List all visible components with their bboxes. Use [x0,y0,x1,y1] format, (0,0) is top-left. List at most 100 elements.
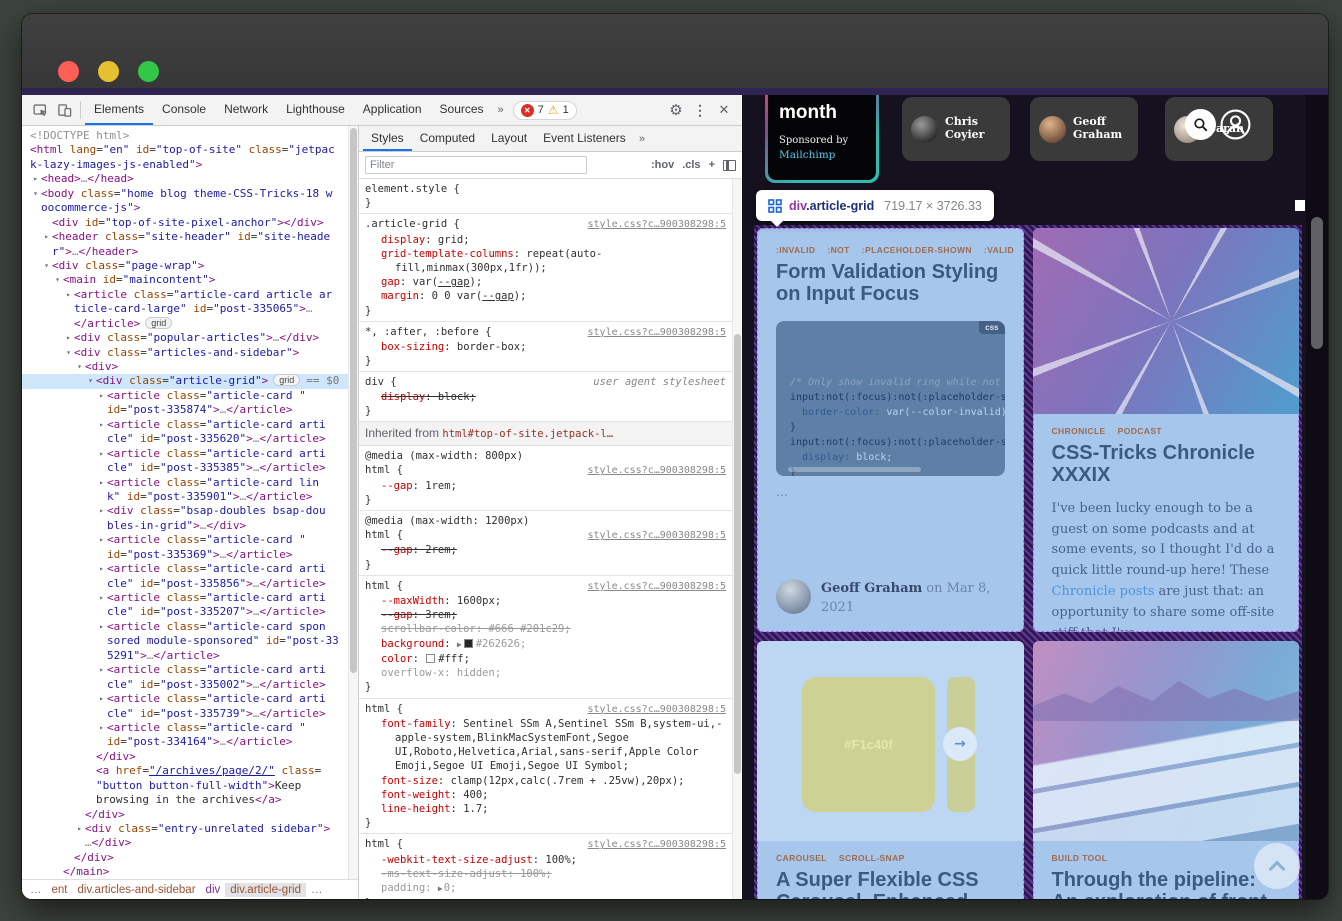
styles-filter-input[interactable] [365,156,587,174]
css-property[interactable]: font-family: Sentinel SSm A,Sentinel SSm… [365,717,726,774]
expand-arrow-icon[interactable]: ▸ [96,418,107,432]
dom-node-line[interactable]: ▾<div class="article-grid">grid== $0 [22,374,348,388]
dom-node-line[interactable]: <a href="/archives/page/2/" class= [22,764,348,778]
breadcrumb-ellipsis[interactable]: … [306,883,328,897]
issues-badge[interactable]: ✕ 7 ⚠ 1 [513,101,577,120]
toggle-class-button[interactable]: .cls [682,159,700,171]
stylesheet-link[interactable]: style.css?c…900308298:5 [580,326,726,340]
zoom-window-button[interactable] [138,61,159,82]
breadcrumb-item[interactable]: div [201,883,226,897]
dom-node-line[interactable]: cle" id="post-335385">…</article> [22,461,348,475]
dom-node-line[interactable]: sored module-sponsored" id="post-33 [22,634,348,648]
dom-node-line[interactable]: cle" id="post-335856">…</article> [22,577,348,591]
expand-arrow-icon[interactable]: ▸ [96,591,107,605]
css-property[interactable]: font-size: clamp(12px,calc(.7rem + .25vw… [365,774,726,788]
article-tag[interactable]: :PLACEHOLDER-SHOWN [862,245,972,255]
toggle-hover-state-button[interactable]: :hov [651,159,674,171]
article-tag[interactable]: :NOT [827,245,849,255]
article-card-carousel[interactable]: #F1c40f → CAROUSELSCROLL-SNAP A Super Fl… [757,641,1024,899]
devtools-tab-sources[interactable]: Sources [431,95,493,125]
expand-arrow-icon[interactable]: ▸ [96,504,107,518]
close-devtools-icon[interactable]: ✕ [712,97,736,123]
dom-node-line[interactable]: </div> [22,851,348,865]
color-swatch[interactable] [464,639,473,648]
dom-node-line[interactable]: id="post-334164">…</article> [22,735,348,749]
dom-node-line[interactable]: cle" id="post-335739">…</article> [22,707,348,721]
stylesheet-link[interactable]: style.css?c…900308298:5 [580,838,726,852]
dom-node-line[interactable]: ▸<header class="site-header" id="site-he… [22,230,348,244]
dom-node-line[interactable]: ▸<div class="entry-unrelated sidebar"> [22,822,348,836]
css-property[interactable]: padding: ▶0; [365,881,726,896]
css-rule[interactable]: @media (max-width: 1200px)html {style.cs… [359,511,732,576]
article-card-form-validation[interactable]: :INVALID:NOT:PLACEHOLDER-SHOWN:VALIDFOCU… [757,228,1024,632]
breadcrumb-item[interactable]: div.articles-and-sidebar [73,883,201,897]
stylesheet-link[interactable]: style.css?c…900308298:5 [580,580,726,594]
stylesheet-link[interactable]: style.css?c…900308298:5 [580,529,726,543]
css-property[interactable]: --gap: 3rem; [365,608,726,622]
dom-node-line[interactable]: ▾<div class="page-wrap"> [22,259,348,273]
dom-node-line[interactable]: "button button-full-width">Keep [22,779,348,793]
expand-arrow-icon[interactable]: ▸ [96,533,107,547]
author-chip-geoff[interactable]: Geoff Graham [1030,97,1138,161]
expand-arrow-icon[interactable]: ▸ [96,476,107,490]
article-tag[interactable]: :VALID [984,245,1014,255]
kebab-menu-icon[interactable]: ⋮ [688,97,712,123]
stylesheet-link[interactable]: style.css?c…900308298:5 [580,218,726,232]
dom-node-line[interactable]: ▸<article class="article-card " [22,389,348,403]
dom-node-line[interactable]: id="post-335369">…</article> [22,548,348,562]
collapse-arrow-icon[interactable]: ▾ [85,374,96,388]
dom-node-line[interactable]: ▸<head>…</head> [22,172,348,186]
expand-arrow-icon[interactable]: ▸ [96,447,107,461]
css-property[interactable]: scrollbar-color: #666 #201c29; [365,622,726,636]
scrollbar-thumb[interactable] [734,334,741,774]
dom-node-line[interactable]: <div id="top-of-site-pixel-anchor"></div… [22,216,348,230]
dom-node-line[interactable]: <html lang="en" id="top-of-site" class="… [22,143,348,157]
dom-node-line[interactable]: ▸<div class="bsap-doubles bsap-dou [22,504,348,518]
color-swatch[interactable] [426,654,435,663]
dom-node-line[interactable]: 5291">…</article> [22,649,348,663]
dom-node-line[interactable]: ▸<article class="article-card " [22,533,348,547]
css-property[interactable]: --maxWidth: 1600px; [365,594,726,608]
dom-node-line[interactable]: ▸<article class="article-card arti [22,692,348,706]
css-property[interactable]: gap: var(--gap); [365,275,726,289]
dom-node-line[interactable]: ▸<article class="article-card arti [22,591,348,605]
dom-node-line[interactable]: …</div> [22,836,348,850]
dom-node-line[interactable]: ▸<div class="popular-articles">…</div> [22,331,348,345]
dom-node-line[interactable]: r">…</header> [22,245,348,259]
article-title[interactable]: Form Validation Styling on Input Focus [776,261,1005,306]
css-property[interactable]: margin: 0 0 var(--gap); [365,289,726,303]
collapse-arrow-icon[interactable]: ▾ [52,273,63,287]
dom-node-line[interactable]: ▾<div> [22,360,348,374]
css-property[interactable]: line-height: 1.7; [365,802,726,816]
excerpt-link[interactable]: Chronicle posts [1052,584,1155,599]
dom-node-line[interactable]: k" id="post-335901">…</article> [22,490,348,504]
dom-node-line[interactable]: cle" id="post-335207">…</article> [22,605,348,619]
devtools-tab-network[interactable]: Network [215,95,277,125]
css-property[interactable]: color: #fff; [365,652,726,666]
css-property[interactable]: overflow-x: hidden; [365,666,726,680]
dom-node-line[interactable]: ▸<article class="article-card spon [22,620,348,634]
css-property[interactable]: font-weight: 400; [365,788,726,802]
dom-node-line[interactable]: ▸<article class="article-card lin [22,476,348,490]
collapse-arrow-icon[interactable]: ▾ [63,346,74,360]
inspect-element-icon[interactable] [28,97,52,123]
stylesheet-link[interactable]: style.css?c…900308298:5 [580,703,726,717]
expand-arrow-icon[interactable]: ▸ [96,721,107,735]
scrollbar-thumb[interactable] [350,128,357,673]
expand-arrow-icon[interactable]: ▸ [96,663,107,677]
dom-node-line[interactable]: ▸<article class="article-card arti [22,663,348,677]
expand-arrow-icon[interactable]: ▸ [63,331,74,345]
expand-arrow-icon[interactable]: ▸ [96,389,107,403]
css-property[interactable]: display: grid; [365,233,726,247]
dom-node-line[interactable]: ▾<body class="home blog theme-CSS-Tricks… [22,187,348,201]
styles-tab-event-listeners[interactable]: Event Listeners [535,126,634,151]
sidebar-pane-icon[interactable] [723,160,736,171]
dom-node-line[interactable]: ▾<main id="maincontent"> [22,273,348,287]
expand-arrow-icon[interactable]: ▸ [30,172,41,186]
article-byline[interactable]: Geoff Grahamon Mar 8, 2021 [776,565,1005,615]
devtools-tab-console[interactable]: Console [153,95,215,125]
dom-node-line[interactable]: cle" id="post-335620">…</article> [22,432,348,446]
dom-node-line[interactable]: </div> [22,808,348,822]
new-style-rule-button[interactable]: + [709,159,715,171]
article-tag[interactable]: PODCAST [1118,426,1162,436]
